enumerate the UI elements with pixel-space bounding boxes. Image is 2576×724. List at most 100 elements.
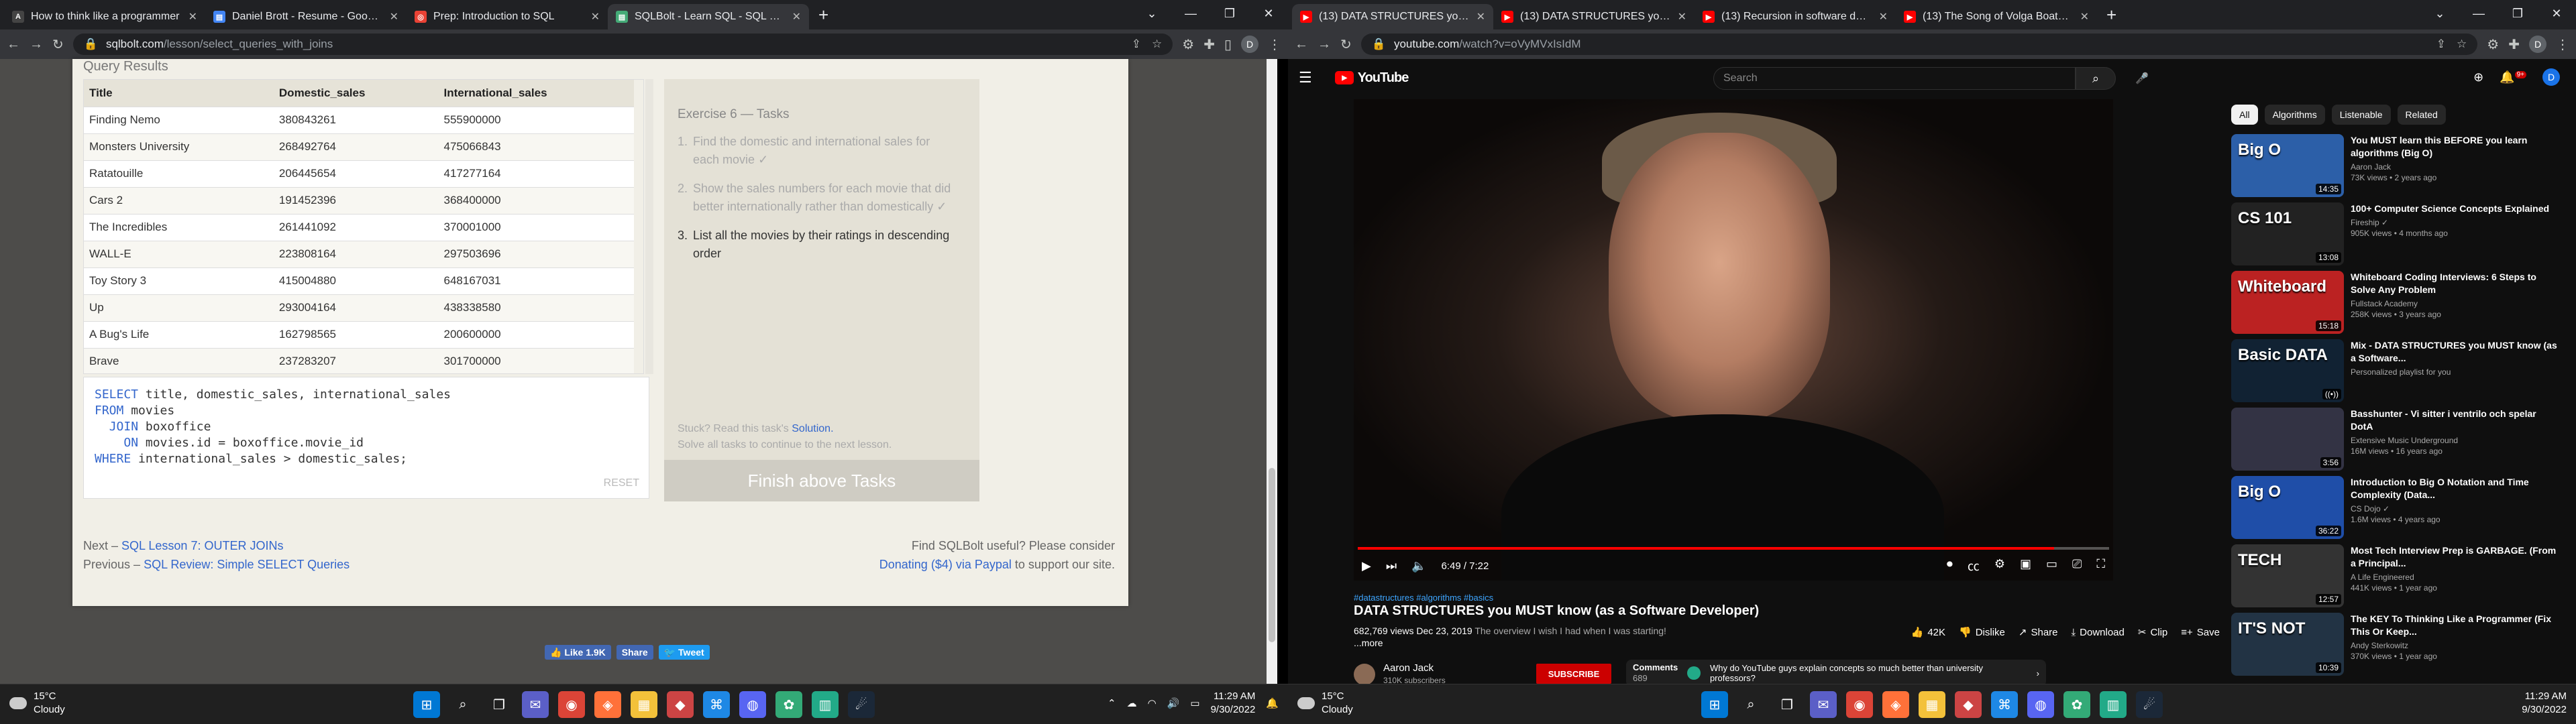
save-button[interactable]: ≡+ Save xyxy=(2181,626,2220,638)
reset-button[interactable]: RESET xyxy=(604,475,639,491)
extension-icon[interactable]: ⚙ xyxy=(1182,36,1194,53)
browser-tab[interactable]: ▶ (13) DATA STRUCTURES you MU ✕ xyxy=(1292,4,1493,29)
video-thumbnail[interactable]: Big O 36:22 xyxy=(2231,476,2344,539)
share-icon[interactable]: ⇪ xyxy=(1132,38,1141,51)
more-link[interactable]: ...more xyxy=(1354,638,1383,648)
recommended-video[interactable]: Whiteboard 15:18 Whiteboard Coding Intervi… xyxy=(2231,271,2560,337)
share-icon[interactable]: ⇪ xyxy=(2436,38,2446,51)
app-green-app-icon[interactable]: ✿ xyxy=(2063,691,2090,718)
browser-tab[interactable]: ▶ (13) DATA STRUCTURES you MU ✕ xyxy=(1493,4,1695,29)
filter-chip[interactable]: All xyxy=(2231,105,2258,125)
rec-channel[interactable]: Fireship ✓ xyxy=(2351,218,2560,227)
rec-channel[interactable]: Fullstack Academy xyxy=(2351,299,2560,308)
tab-search-icon[interactable]: ⌄ xyxy=(1132,0,1171,27)
video-hashtags[interactable]: #datastructures #algorithms #basics xyxy=(1354,593,1493,603)
donate-link[interactable]: Donating ($4) via Paypal xyxy=(879,558,1012,571)
puzzle-icon[interactable]: ✚ xyxy=(1203,36,1215,53)
forward-icon[interactable]: → xyxy=(1318,37,1331,52)
start-app-icon[interactable]: ⊞ xyxy=(413,691,440,718)
omnibox-right[interactable]: 🔒 youtube.com/watch?v=oVyMVxIsIdM ⇪ ☆ xyxy=(1360,34,2478,55)
theater-icon[interactable]: ▭ xyxy=(2046,557,2057,575)
extension-icon[interactable]: ⚙ xyxy=(2487,36,2499,53)
video-player[interactable]: ▶ ⏭ 🔈 6:49 / 7:22 ⏺ ㏄ ⚙ ▣ ▭ ⎚ ⛶ xyxy=(1354,99,2113,581)
tab-close-icon[interactable]: ✕ xyxy=(189,10,197,23)
recommended-video[interactable]: Basic DATA ((•)) Mix - DATA STRUCTURES you… xyxy=(2231,339,2560,405)
start-app-icon[interactable]: ⊞ xyxy=(1701,691,1728,718)
channel-info[interactable]: Aaron Jack 310K subscribers xyxy=(1354,662,1446,686)
firefox-app-icon[interactable]: ◈ xyxy=(594,691,621,718)
cloud-sync-icon[interactable]: ☁ xyxy=(1127,697,1137,709)
notification-icon[interactable]: 🔔 xyxy=(1266,697,1279,709)
new-tab-icon[interactable]: + xyxy=(818,5,828,25)
video-thumbnail[interactable]: Big O 14:35 xyxy=(2231,134,2344,197)
recommended-video[interactable]: TECH 12:57 Most Tech Interview Prep is GAR… xyxy=(2231,544,2560,610)
browser-tab[interactable]: A How to think like a programmer ✕ xyxy=(4,4,205,29)
search-input[interactable]: Search xyxy=(1713,67,2076,90)
minimize-button[interactable]: — xyxy=(2459,0,2498,27)
tab-close-icon[interactable]: ✕ xyxy=(2080,10,2089,23)
wifi-icon[interactable]: ◠ xyxy=(1148,697,1157,709)
firefox-app-icon[interactable]: ◈ xyxy=(1882,691,1909,718)
chrome-app-icon[interactable]: ◉ xyxy=(1846,691,1873,718)
omnibox[interactable]: 🔒 sqlbolt.com/lesson/select_queries_with… xyxy=(72,34,1173,55)
like-button[interactable]: 👍 42K xyxy=(1911,626,1945,639)
app-red-app-icon[interactable]: ◆ xyxy=(1955,691,1982,718)
rec-channel[interactable]: Extensive Music Underground xyxy=(2351,436,2560,445)
discord-app-icon[interactable]: ◍ xyxy=(739,691,766,718)
bookmark-star-icon[interactable]: ☆ xyxy=(2457,38,2467,51)
back-icon[interactable]: ← xyxy=(7,37,20,52)
video-thumbnail[interactable]: IT'S NOT 10:39 xyxy=(2231,613,2344,676)
tab-close-icon[interactable]: ✕ xyxy=(390,10,398,23)
rec-channel[interactable]: Aaron Jack xyxy=(2351,162,2560,172)
notifications-icon[interactable]: 🔔 9+ xyxy=(2500,70,2526,84)
fullscreen-icon[interactable]: ⛶ xyxy=(2096,557,2105,575)
video-thumbnail[interactable]: Basic DATA ((•)) xyxy=(2231,339,2344,402)
rec-channel[interactable]: Personalized playlist for you xyxy=(2351,367,2560,377)
notes-app-icon[interactable]: ▥ xyxy=(2100,691,2127,718)
discord-app-icon[interactable]: ◍ xyxy=(2027,691,2054,718)
dislike-button[interactable]: 👎 Dislike xyxy=(1959,626,2005,639)
create-icon[interactable]: ⊕ xyxy=(2473,70,2483,84)
browser-tab[interactable]: ▶ (13) Recursion in software devel ✕ xyxy=(1695,4,1896,29)
sql-editor[interactable]: SELECT title, domestic_sales, internatio… xyxy=(83,377,649,499)
video-thumbnail[interactable]: CS 101 13:08 xyxy=(2231,202,2344,265)
volume-icon[interactable]: 🔊 xyxy=(1167,697,1180,709)
recommended-video[interactable]: 3:56 Basshunter - Vi sitter i ventrilo oc… xyxy=(2231,408,2560,473)
chat-app-icon[interactable]: ✉ xyxy=(1810,691,1837,718)
results-table-container[interactable]: Title Domestic_sales International_sales F… xyxy=(83,79,644,374)
recommended-video[interactable]: IT'S NOT 10:39 The KEY To Thinking Like a … xyxy=(2231,613,2560,678)
menu-icon[interactable]: ⋮ xyxy=(2556,36,2569,53)
tab-close-icon[interactable]: ✕ xyxy=(1678,10,1686,23)
filter-chip[interactable]: Listenable xyxy=(2331,105,2391,125)
weather-widget[interactable]: 15°C Cloudy xyxy=(1297,690,1353,717)
video-thumbnail[interactable]: Whiteboard 15:18 xyxy=(2231,271,2344,334)
rec-title[interactable]: Whiteboard Coding Interviews: 6 Steps to… xyxy=(2351,271,2560,296)
video-thumbnail[interactable]: TECH 12:57 xyxy=(2231,544,2344,607)
app-green-app-icon[interactable]: ✿ xyxy=(775,691,802,718)
rec-title[interactable]: Introduction to Big O Notation and Time … xyxy=(2351,476,2560,501)
clip-button[interactable]: ✂ Clip xyxy=(2138,626,2167,639)
miniplayer-icon[interactable]: ▣ xyxy=(2020,557,2031,575)
chevron-up-icon[interactable]: ⌃ xyxy=(1108,697,1116,709)
chrome-app-icon[interactable]: ◉ xyxy=(558,691,585,718)
rec-channel[interactable]: A Life Engineered xyxy=(2351,572,2560,582)
puzzle-icon[interactable]: ✚ xyxy=(2508,36,2520,53)
search-button[interactable]: ⌕ xyxy=(2076,67,2116,90)
progress-bar[interactable] xyxy=(1358,547,2109,550)
download-button[interactable]: ⤓ Download xyxy=(2072,626,2125,638)
video-thumbnail[interactable]: 3:56 xyxy=(2231,408,2344,471)
rec-title[interactable]: The KEY To Thinking Like a Programmer (F… xyxy=(2351,613,2560,638)
explorer-app-icon[interactable]: ▦ xyxy=(1919,691,1945,718)
filter-chip[interactable]: Algorithms xyxy=(2264,105,2325,125)
facebook-like-button[interactable]: 👍 Like 1.9K xyxy=(545,645,611,660)
clock[interactable]: 11:29 AM 9/30/2022 xyxy=(2522,690,2567,717)
rec-title[interactable]: Most Tech Interview Prep is GARBAGE. (Fr… xyxy=(2351,544,2560,570)
solution-link[interactable]: Solution. xyxy=(792,423,833,434)
finish-tasks-button[interactable]: Finish above Tasks xyxy=(664,460,979,501)
app-red-app-icon[interactable]: ◆ xyxy=(667,691,694,718)
facebook-share-button[interactable]: Share xyxy=(616,645,653,660)
rec-channel[interactable]: CS Dojo ✓ xyxy=(2351,504,2560,514)
rec-title[interactable]: 100+ Computer Science Concepts Explained xyxy=(2351,202,2560,215)
table-scrollbar[interactable] xyxy=(645,79,653,374)
next-icon[interactable]: ⏭ xyxy=(1386,559,1397,573)
